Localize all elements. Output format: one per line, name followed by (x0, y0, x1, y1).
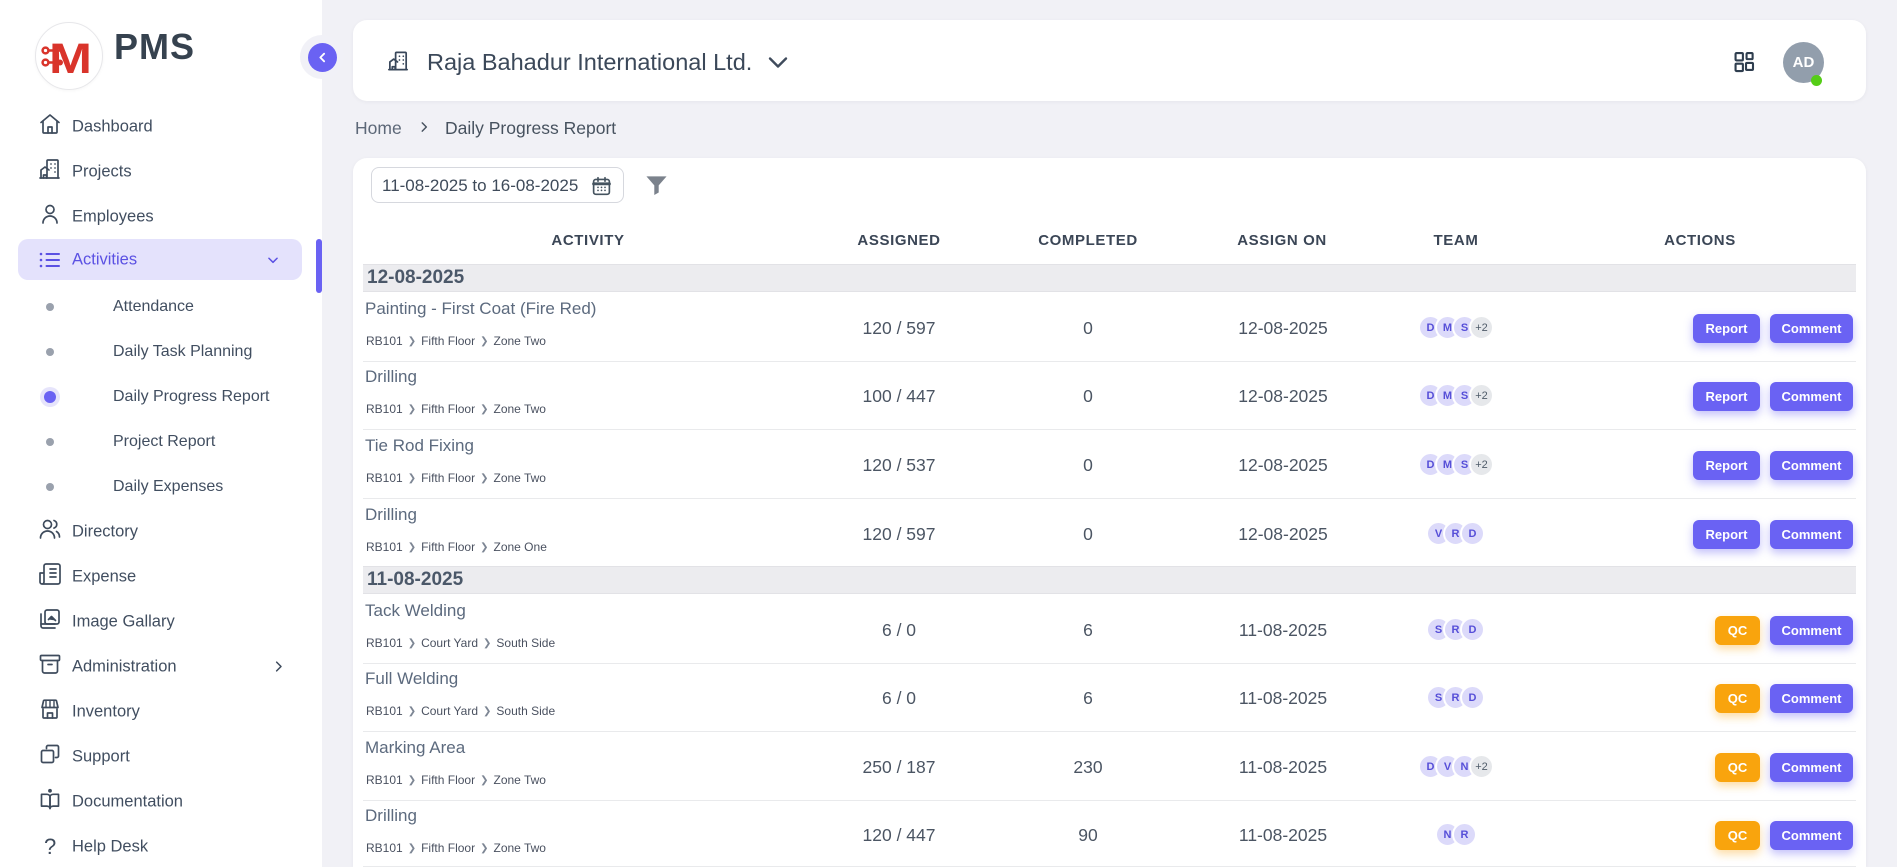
svg-text:M: M (49, 35, 92, 83)
